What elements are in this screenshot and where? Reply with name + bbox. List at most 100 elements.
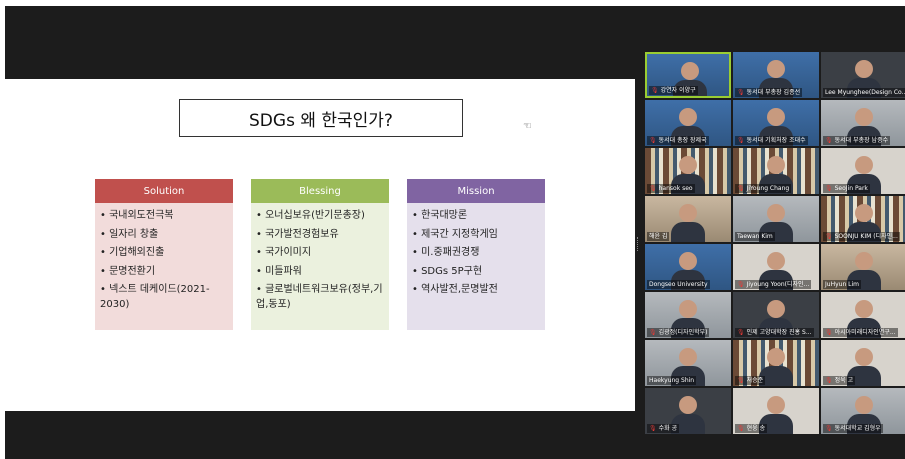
participant-name: 현웅 송 <box>746 425 766 432</box>
participant-tile[interactable]: Haekyung Shin <box>645 340 731 386</box>
participant-name-label: 해윤 김 <box>647 232 670 241</box>
participant-name: 동서대학교 김형우 <box>834 425 881 432</box>
list-item: 일자리 창출 <box>100 228 229 243</box>
muted-mic-icon: 🎙 <box>737 185 745 192</box>
participant-tile[interactable]: 🎙 아시아미래디자인연구... <box>821 292 905 338</box>
participant-tile[interactable]: 🎙 동서대학교 김형우 <box>821 388 905 434</box>
participant-tile[interactable]: 🎙 JiYoung Chang <box>733 148 819 194</box>
participant-tile[interactable]: 🎙 동서대 총장 장제국 <box>645 100 731 146</box>
participant-head <box>679 252 697 270</box>
participant-head <box>679 396 697 414</box>
participant-name: SOONJU KIM (디자인... <box>834 233 898 240</box>
slide-title: SDGs 왜 한국인가? <box>179 99 463 137</box>
participant-name-label: 🎙 동서대학교 김형우 <box>823 424 883 433</box>
muted-mic-icon: 🎙 <box>649 185 657 192</box>
participant-name: Taewan Kim <box>737 233 773 240</box>
muted-mic-icon: 🎙 <box>825 377 833 384</box>
participant-name-label: JuHyun Lim <box>823 280 862 289</box>
column-header: Blessing <box>251 179 389 203</box>
participant-tile[interactable]: Taewan Kim <box>733 196 819 242</box>
splitter-handle[interactable] <box>637 237 640 251</box>
participant-head <box>855 252 873 270</box>
muted-mic-icon: 🎙 <box>825 329 833 336</box>
participant-name-label: 🎙 강연자 이양구 <box>649 86 698 95</box>
participant-name-label: 🎙 SeoJin Park <box>823 184 870 193</box>
participant-tile[interactable]: Lee Myunghee(Design Co... <box>821 52 905 98</box>
list-item: 넥스트 데케이드(2021-2030) <box>100 283 229 312</box>
list-item: 미.중패권경쟁 <box>412 246 541 261</box>
participant-tile[interactable]: Dongseo University <box>645 244 731 290</box>
muted-mic-icon: 🎙 <box>737 89 745 96</box>
participant-tile[interactable]: 🎙 인제 고양대학장 진홍 S... <box>733 292 819 338</box>
participant-head <box>855 348 873 366</box>
column-body: 오너십보유(반기문총장) 국가발전경험보유 국가이미지 미들파워 글로벌네트워크… <box>251 203 389 330</box>
column-header: Solution <box>95 179 233 203</box>
participant-head <box>679 156 697 174</box>
column-mission: Mission 한국대망론 제국간 지정학게임 미.중패권경쟁 SDGs 5P구… <box>407 179 545 330</box>
participant-tile[interactable]: 🎙 정욱 고 <box>821 340 905 386</box>
participant-tile[interactable]: 🎙 hansok seo <box>645 148 731 194</box>
participant-name: SeoJin Park <box>834 185 868 192</box>
participant-name-label: 🎙 김광정(디자인학부) <box>647 328 710 337</box>
participant-name-label: 🎙 인제 고양대학장 진홍 S... <box>735 328 814 337</box>
participant-head <box>855 156 873 174</box>
list-item: 문명전환기 <box>100 265 229 280</box>
muted-mic-icon: 🎙 <box>737 329 745 336</box>
column-blessing: Blessing 오너십보유(반기문총장) 국가발전경험보유 국가이미지 미들파… <box>251 179 389 330</box>
participant-tile[interactable]: 🎙 처승준 <box>733 340 819 386</box>
participant-name: hansok seo <box>658 185 693 192</box>
participant-head <box>855 396 873 414</box>
list-item: 국가이미지 <box>256 246 385 261</box>
participant-head <box>767 348 785 366</box>
participant-head <box>855 300 873 318</box>
participant-tile[interactable]: 🎙 동서대 기획처장 조대수 <box>733 100 819 146</box>
participant-name: Jiyoung Yoon(디자인... <box>746 281 810 288</box>
muted-mic-icon: 🎙 <box>825 185 833 192</box>
participant-tile[interactable]: 🎙 SeoJin Park <box>821 148 905 194</box>
participant-name-label: Taewan Kim <box>735 232 775 241</box>
list-item: 국가발전경험보유 <box>256 228 385 243</box>
participant-head <box>767 204 785 222</box>
participant-name: 해윤 김 <box>649 233 668 240</box>
participant-head <box>767 252 785 270</box>
muted-mic-icon: 🎙 <box>649 137 657 144</box>
list-item: 기업해외진출 <box>100 246 229 261</box>
participant-head <box>679 300 697 318</box>
participant-gallery: 🎙 강연자 이양구 🎙 동서대 부총장 김종선 Lee Myunghee(Design … <box>645 52 905 434</box>
participant-head <box>767 300 785 318</box>
participant-tile[interactable]: 🎙 현웅 송 <box>733 388 819 434</box>
participant-tile[interactable]: 🎙 김광정(디자인학부) <box>645 292 731 338</box>
participant-name-label: 🎙 SOONJU KIM (디자인... <box>823 232 900 241</box>
participant-tile[interactable]: 🎙 수화 공 <box>645 388 731 434</box>
participant-name: 수화 공 <box>658 425 678 432</box>
participant-head <box>679 204 697 222</box>
muted-mic-icon: 🎙 <box>825 425 833 432</box>
list-item: 오너십보유(반기문총장) <box>256 209 385 224</box>
participant-head <box>681 62 699 80</box>
participant-tile[interactable]: 🎙 동서대 부총장 남중수 <box>821 100 905 146</box>
participant-name: JuHyun Lim <box>825 281 860 288</box>
participant-head <box>767 60 785 78</box>
participant-name-label: 🎙 동서대 부총장 김종선 <box>735 88 803 97</box>
participant-head <box>767 108 785 126</box>
participant-name-label: Haekyung Shin <box>647 376 697 385</box>
list-item: SDGs 5P구현 <box>412 265 541 280</box>
muted-mic-icon: 🎙 <box>825 137 833 144</box>
participant-tile[interactable]: 🎙 동서대 부총장 김종선 <box>733 52 819 98</box>
participant-head <box>855 108 873 126</box>
participant-name: 동서대 총장 장제국 <box>658 137 707 144</box>
column-body: 한국대망론 제국간 지정학게임 미.중패권경쟁 SDGs 5P구현 역사발전,문… <box>407 203 545 330</box>
participant-head <box>855 60 873 78</box>
participant-body <box>671 222 705 242</box>
participant-head <box>679 108 697 126</box>
participant-tile[interactable]: 🎙 Jiyoung Yoon(디자인... <box>733 244 819 290</box>
participant-tile[interactable]: 🎙 강연자 이양구 <box>645 52 731 98</box>
muted-mic-icon: 🎙 <box>649 425 657 432</box>
participant-tile[interactable]: 해윤 김 <box>645 196 731 242</box>
participant-name: Dongseo University <box>649 281 708 288</box>
participant-head <box>767 396 785 414</box>
participant-tile[interactable]: 🎙 SOONJU KIM (디자인... <box>821 196 905 242</box>
participant-name-label: 🎙 정욱 고 <box>823 376 856 385</box>
participant-name-label: 🎙 동서대 부총장 남중수 <box>823 136 891 145</box>
participant-tile[interactable]: JuHyun Lim <box>821 244 905 290</box>
